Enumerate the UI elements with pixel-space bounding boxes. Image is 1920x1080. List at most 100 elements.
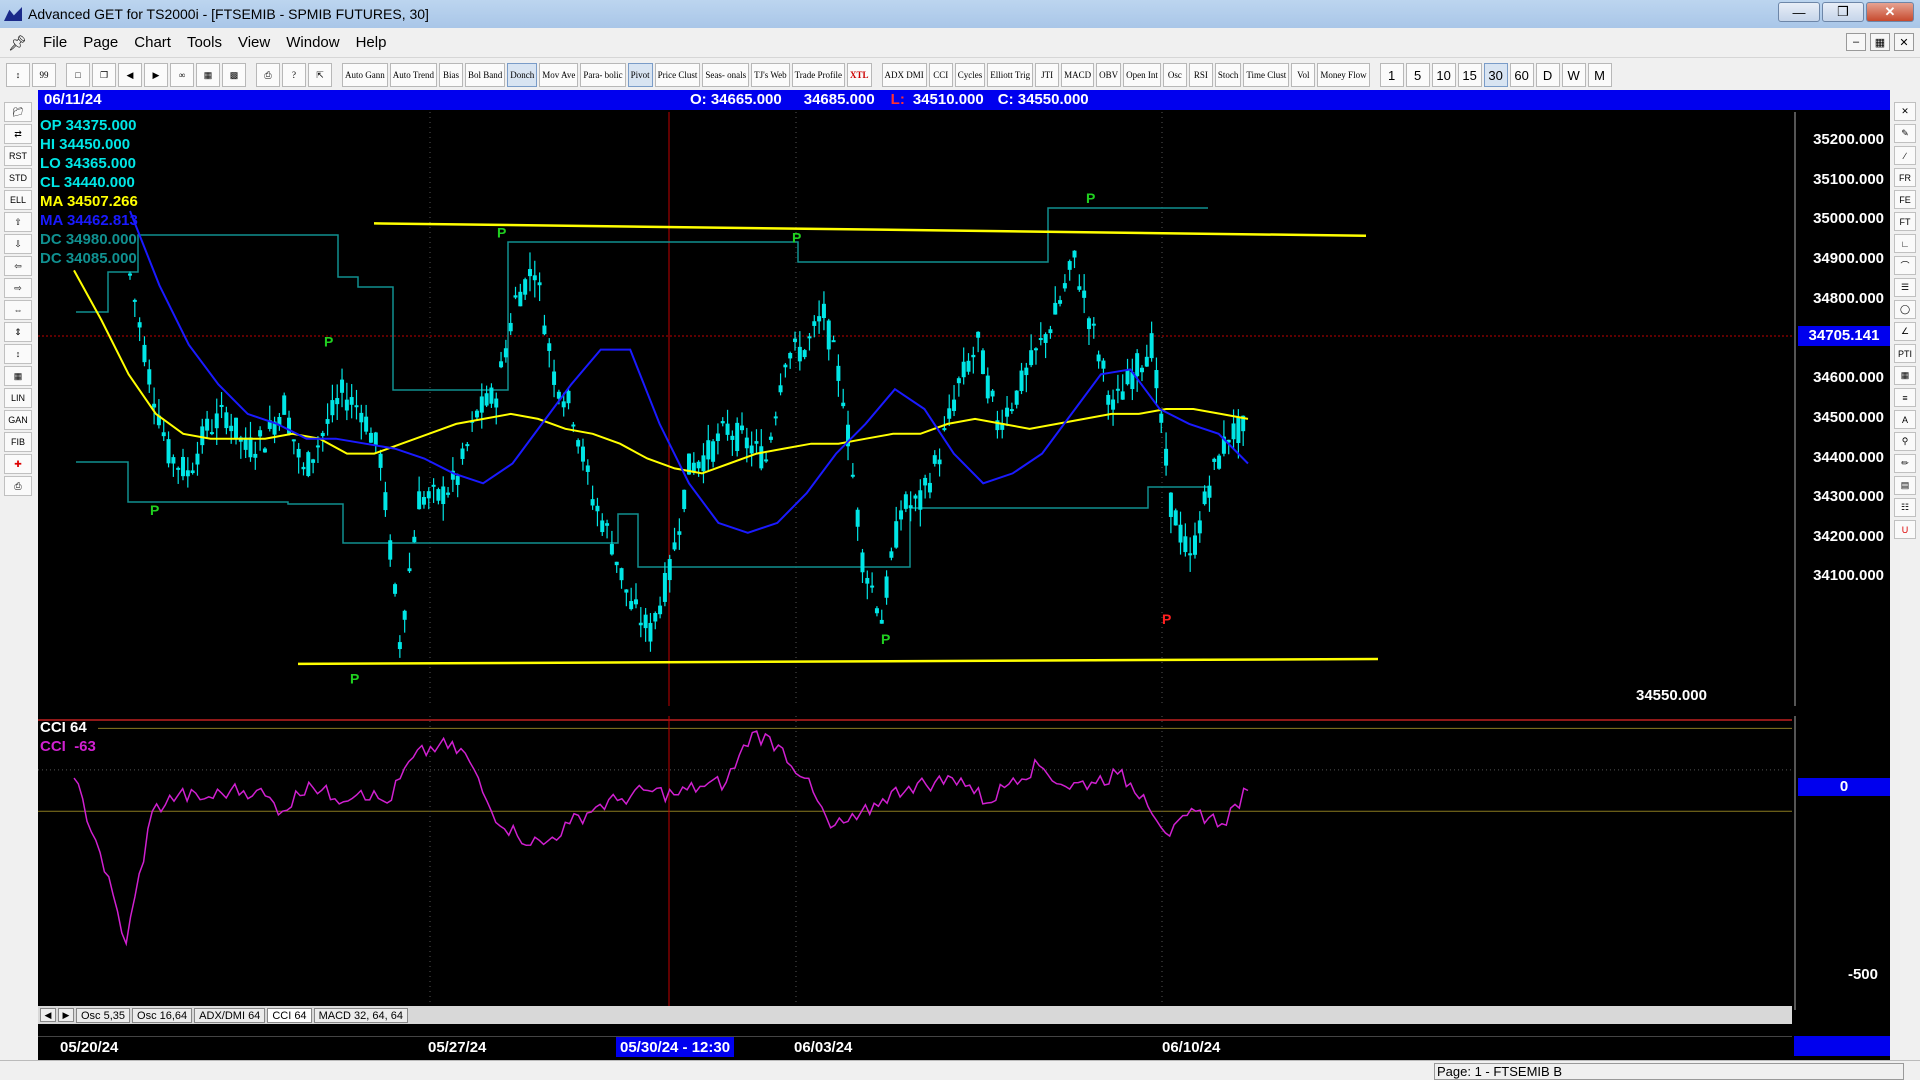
interval-5[interactable]: 5	[1405, 63, 1430, 87]
osc-osc[interactable]: Osc	[1162, 63, 1187, 87]
back-icon[interactable]: ◀	[118, 63, 142, 87]
study-pivot[interactable]: Pivot	[627, 63, 653, 87]
expand-horizontal-icon[interactable]: ⇔	[4, 300, 32, 320]
study-donch[interactable]: Donch	[507, 63, 538, 87]
arrow-down-icon[interactable]: ⇩	[4, 234, 32, 254]
osc-obv[interactable]: OBV	[1096, 63, 1122, 87]
tab-cci-64[interactable]: CCI 64	[267, 1007, 312, 1023]
pin-tool-icon[interactable]: ↕	[6, 63, 30, 87]
quote-icon[interactable]: 99	[32, 63, 56, 87]
osc-cci[interactable]: CCI	[928, 63, 953, 87]
price-panel[interactable]: P P P P P P P P P OP 34375.000 HI 34450.000 LO 3…	[38, 112, 1890, 721]
study-xtl[interactable]: XTL	[847, 63, 872, 87]
channel-icon[interactable]: ☰	[1894, 278, 1916, 297]
layers-icon[interactable]: ▤	[1894, 476, 1916, 495]
study-auto-trend[interactable]: Auto Trend	[389, 63, 438, 87]
arrow-up-icon[interactable]: ⇧	[4, 212, 32, 232]
tab-scroll-left-icon[interactable]: ◀	[40, 1008, 56, 1022]
osc-adx-dmi[interactable]: ADX DMI	[881, 63, 927, 87]
study-icon[interactable]: STD	[4, 168, 32, 188]
menu-tools[interactable]: Tools	[179, 34, 230, 51]
mdi-minimize-icon[interactable]: –	[1846, 33, 1866, 51]
gann-icon[interactable]: GAN	[4, 410, 32, 430]
study-price-clust[interactable]: Price Clust	[654, 63, 701, 87]
osc-rsi[interactable]: RSI	[1188, 63, 1213, 87]
arc-icon[interactable]: ⌒	[1894, 256, 1916, 275]
study-trade-profile[interactable]: Trade Profile	[791, 63, 846, 87]
cci-scale[interactable]: 0 -500	[1794, 716, 1890, 1010]
list-icon[interactable]: ☷	[1894, 498, 1916, 517]
osc-jti[interactable]: JTI	[1035, 63, 1060, 87]
print-page-icon[interactable]: ⎙	[4, 476, 32, 496]
interval-d[interactable]: D	[1535, 63, 1560, 87]
interval-w[interactable]: W	[1561, 63, 1586, 87]
osc-stoch[interactable]: Stoch	[1214, 63, 1242, 87]
gann-fan-icon[interactable]: ∠	[1894, 322, 1916, 341]
study-parabolic[interactable]: Para- bolic	[580, 63, 626, 87]
interval-15[interactable]: 15	[1457, 63, 1482, 87]
menu-help[interactable]: Help	[348, 34, 395, 51]
pin-icon[interactable]: 📌︎	[0, 34, 35, 52]
tab-osc-5-35[interactable]: Osc 5,35	[76, 1007, 131, 1023]
interval-60[interactable]: 60	[1509, 63, 1534, 87]
menu-page[interactable]: Page	[75, 34, 126, 51]
indicator-panel[interactable]: CCI 64 CCI -63 0 -500	[38, 716, 1890, 1010]
new-page-icon[interactable]: □	[66, 63, 90, 87]
expand-vertical-icon[interactable]: ↕	[4, 344, 32, 364]
fib-ret-icon[interactable]: FR	[1894, 168, 1916, 187]
price-scale[interactable]: 35200.000 35100.000 35000.000 34900.000 …	[1636, 112, 1890, 706]
crosshair-icon[interactable]: ✚	[4, 454, 32, 474]
osc-time-clust[interactable]: Time Clust	[1243, 63, 1290, 87]
lines-icon[interactable]: LIN	[4, 388, 32, 408]
mdi-restore-icon[interactable]: ▦	[1870, 33, 1890, 51]
grid-toggle-icon[interactable]: ▦	[4, 366, 32, 386]
help-icon[interactable]: ?	[282, 63, 306, 87]
osc-macd[interactable]: MACD	[1061, 63, 1095, 87]
pencil-icon[interactable]: ✎	[1894, 124, 1916, 143]
interval-10[interactable]: 10	[1431, 63, 1456, 87]
price-plot[interactable]: P P P P P P P P P OP 34375.000 HI 34450.000 LO 3…	[38, 112, 1792, 721]
ruler-icon[interactable]: ≡	[1894, 388, 1916, 407]
tab-adx-dmi[interactable]: ADX/DMI 64	[194, 1007, 266, 1023]
menu-chart[interactable]: Chart	[126, 34, 179, 51]
osc-elliott-trig[interactable]: Elliott Trig	[987, 63, 1034, 87]
text-tool-icon[interactable]: A	[1894, 410, 1916, 429]
menu-view[interactable]: View	[230, 34, 278, 51]
osc-money-flow[interactable]: Money Flow	[1317, 63, 1370, 87]
study-seasonals[interactable]: Seas- onals	[702, 63, 750, 87]
zoom-icon[interactable]: ⇄	[4, 124, 32, 144]
cci-plot[interactable]: CCI 64 CCI -63	[38, 716, 1792, 1010]
open-folder-icon[interactable]: 📁︎	[4, 102, 32, 122]
mdi-close-icon[interactable]: ✕	[1894, 33, 1914, 51]
minimize-button[interactable]: —	[1778, 2, 1820, 22]
menu-window[interactable]: Window	[278, 34, 347, 51]
copy-icon[interactable]: ❐	[92, 63, 116, 87]
study-auto-gann[interactable]: Auto Gann	[342, 63, 388, 87]
arrow-left-icon[interactable]: ⇦	[4, 256, 32, 276]
elliott-icon[interactable]: ELL	[4, 190, 32, 210]
close-button[interactable]: ✕	[1866, 2, 1914, 22]
price-chart-svg[interactable]: P P P P P P P P P	[38, 112, 1792, 721]
link-icon[interactable]: ∞	[170, 63, 194, 87]
compress-horizontal-icon[interactable]: ⇕	[4, 322, 32, 342]
magnet-icon[interactable]: U	[1894, 520, 1916, 539]
interval-30[interactable]: 30	[1483, 63, 1508, 87]
cci-chart-svg[interactable]	[38, 716, 1792, 1010]
osc-open-int[interactable]: Open Int	[1123, 63, 1161, 87]
maximize-button[interactable]: ❒	[1822, 2, 1864, 22]
arrow-right-icon[interactable]: ⇨	[4, 278, 32, 298]
delete-drawing-icon[interactable]: ✕	[1894, 102, 1916, 121]
study-bol-band[interactable]: Bol Band	[465, 63, 506, 87]
tile-icon[interactable]: ▩	[222, 63, 246, 87]
menu-file[interactable]: File	[35, 34, 75, 51]
grid-icon[interactable]: ▦	[196, 63, 220, 87]
context-help-icon[interactable]: ⇱	[308, 63, 332, 87]
osc-vol[interactable]: Vol	[1291, 63, 1316, 87]
fib-ext-icon[interactable]: FE	[1894, 190, 1916, 209]
reset-icon[interactable]: RST	[4, 146, 32, 166]
study-mov-ave[interactable]: Mov Ave	[539, 63, 579, 87]
study-tjs-web[interactable]: TJ's Web	[751, 63, 790, 87]
magnifier-icon[interactable]: ⚲	[1894, 432, 1916, 451]
tab-macd[interactable]: MACD 32, 64, 64	[313, 1007, 408, 1023]
grid-icon-right[interactable]: ▦	[1894, 366, 1916, 385]
